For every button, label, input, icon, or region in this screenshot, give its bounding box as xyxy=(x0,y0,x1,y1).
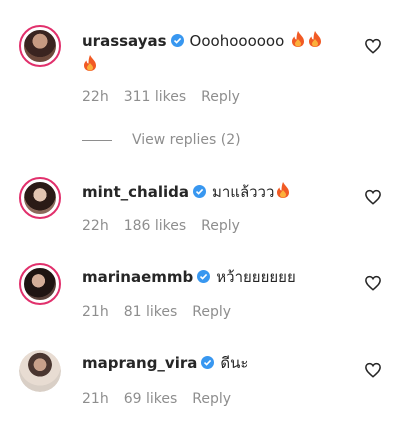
heart-icon[interactable] xyxy=(364,37,382,55)
comment-meta: 21h 69 likes Reply xyxy=(82,391,246,407)
comment-text: หว้ายยยยยย xyxy=(216,268,296,286)
avatar[interactable] xyxy=(19,177,61,219)
reply-button[interactable]: Reply xyxy=(201,218,240,234)
likes-count[interactable]: 81 likes xyxy=(124,304,178,320)
view-replies-button[interactable]: View replies (2) xyxy=(82,130,241,150)
heart-icon[interactable] xyxy=(364,361,382,379)
comment-time[interactable]: 22h xyxy=(82,218,109,234)
username[interactable]: urassayas xyxy=(82,32,167,50)
divider xyxy=(82,139,112,141)
comment-time[interactable]: 22h xyxy=(82,89,109,105)
comment-body: urassayas Ooohoooooo xyxy=(82,30,332,78)
reply-button[interactable]: Reply xyxy=(192,391,231,407)
heart-icon[interactable] xyxy=(364,274,382,292)
heart-icon[interactable] xyxy=(364,188,382,206)
fire-icon xyxy=(275,181,291,205)
verified-badge-icon xyxy=(201,356,215,369)
comment-body: mint_chalida มาแล้ววว xyxy=(82,181,332,205)
comment-text: ดีนะ xyxy=(220,354,249,372)
verified-badge-icon xyxy=(170,34,184,47)
username[interactable]: mint_chalida xyxy=(82,183,189,201)
username[interactable]: maprang_vira xyxy=(82,354,197,372)
reply-button[interactable]: Reply xyxy=(192,304,231,320)
username[interactable]: marinaemmb xyxy=(82,268,193,286)
reply-button[interactable]: Reply xyxy=(201,89,240,105)
likes-count[interactable]: 69 likes xyxy=(124,391,178,407)
fire-icon xyxy=(82,54,98,78)
likes-count[interactable]: 311 likes xyxy=(124,89,186,105)
fire-icon xyxy=(290,30,306,54)
comment-meta: 22h 311 likes Reply xyxy=(82,89,255,105)
comment-meta: 22h 186 likes Reply xyxy=(82,218,255,234)
avatar[interactable] xyxy=(19,350,61,392)
comment-meta: 21h 81 likes Reply xyxy=(82,304,246,320)
avatar[interactable] xyxy=(19,263,61,305)
verified-badge-icon xyxy=(197,270,211,283)
comment-time[interactable]: 21h xyxy=(82,391,109,407)
verified-badge-icon xyxy=(192,185,206,198)
comment-body: marinaemmb หว้ายยยยยย xyxy=(82,267,332,288)
comment-time[interactable]: 21h xyxy=(82,304,109,320)
view-replies-label: View replies (2) xyxy=(132,132,241,148)
likes-count[interactable]: 186 likes xyxy=(124,218,186,234)
comment-text: Ooohoooooo xyxy=(189,32,285,50)
comment-text: มาแล้ววว xyxy=(211,183,275,201)
fire-icon xyxy=(307,30,323,54)
comment-body: maprang_vira ดีนะ xyxy=(82,353,332,374)
avatar[interactable] xyxy=(19,25,61,67)
